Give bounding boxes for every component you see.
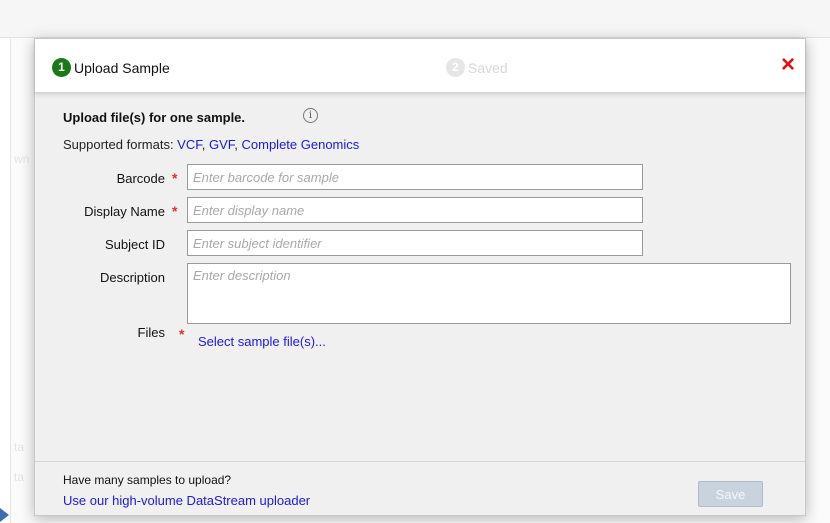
subject-id-label: Subject ID: [105, 237, 165, 252]
background-topbar: [0, 0, 830, 38]
background-text: wn: [14, 152, 30, 166]
datastream-uploader-link[interactable]: Use our high-volume DataStream uploader: [63, 493, 310, 508]
description-input[interactable]: [187, 263, 791, 324]
step-label: Upload Sample: [74, 59, 170, 76]
formats-separator: ,: [201, 137, 209, 152]
step-label: Saved: [468, 59, 508, 76]
formats-prefix: Supported formats:: [63, 137, 178, 152]
format-link-vcf[interactable]: VCF: [177, 137, 202, 152]
description-label: Description: [99, 270, 165, 285]
upload-sample-dialog: 1 Upload Sample 2 Saved × Upload file(s)…: [34, 38, 806, 516]
step-upload-sample: 1 Upload Sample: [52, 58, 170, 77]
supported-formats: Supported formats: VCF, GVF, Complete Ge…: [63, 137, 359, 152]
subject-id-input[interactable]: [187, 230, 643, 256]
select-sample-files-link[interactable]: Select sample file(s)...: [198, 334, 326, 349]
background-text: ta: [14, 470, 25, 484]
barcode-input[interactable]: [187, 164, 643, 190]
footer-divider: [35, 461, 805, 462]
close-icon[interactable]: ×: [777, 53, 799, 77]
step-saved: 2 Saved: [446, 58, 508, 77]
required-marker: *: [172, 203, 178, 219]
display-name-label: Display Name: [84, 204, 165, 219]
background-arrow-icon: [0, 508, 9, 522]
required-marker: *: [179, 326, 185, 342]
step-number-badge: 2: [446, 58, 465, 77]
format-link-complete-genomics[interactable]: Complete Genomics: [242, 137, 360, 152]
display-name-input[interactable]: [187, 197, 643, 223]
step-number-badge: 1: [52, 58, 71, 77]
background-text: ta: [14, 440, 25, 454]
required-marker: *: [172, 170, 178, 186]
format-link-gvf[interactable]: GVF: [209, 137, 234, 152]
files-label: Files: [137, 325, 165, 340]
dialog-intro: Upload file(s) for one sample.: [63, 110, 246, 125]
bulk-upload-question: Have many samples to upload?: [63, 473, 232, 487]
info-icon[interactable]: i: [303, 108, 318, 123]
save-button[interactable]: Save: [698, 481, 763, 507]
dialog-header: 1 Upload Sample 2 Saved ×: [35, 39, 805, 93]
barcode-label: Barcode: [116, 171, 165, 186]
formats-separator: ,: [234, 137, 242, 152]
